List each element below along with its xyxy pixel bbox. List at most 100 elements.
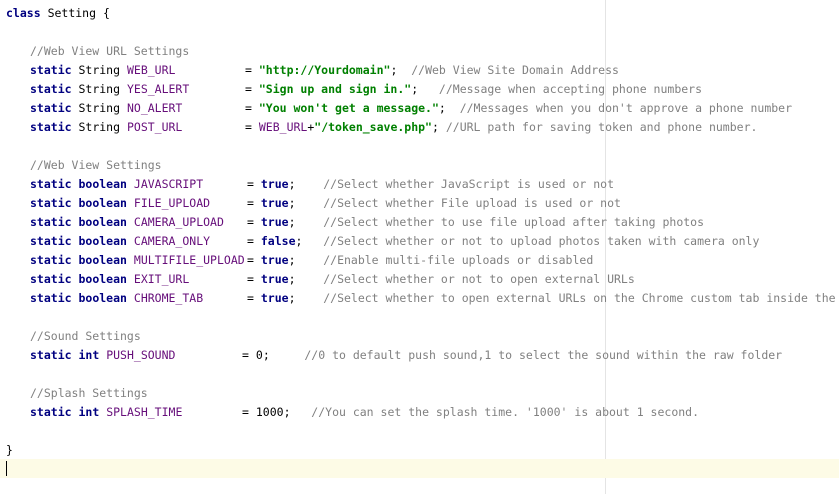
line-comment: //Select whether to open external URLs o… — [323, 291, 839, 305]
code-assignment: = "Sign up and sign in."; //Message when… — [245, 80, 702, 99]
field-name: EXIT_URL — [133, 272, 190, 286]
string-literal: "/token_save.php" — [314, 120, 432, 134]
field-name: PUSH_SOUND — [106, 348, 176, 362]
code-assignment: = false; //Select whether or not to uplo… — [247, 232, 759, 251]
section-comment: //Web View URL Settings — [30, 42, 189, 61]
string-literal: "You won't get a message." — [258, 101, 439, 115]
semicolon: ; — [411, 82, 419, 96]
line-comment: //You can set the splash time. '1000' is… — [311, 405, 700, 419]
type-name: boolean — [78, 177, 127, 191]
modifier: static — [30, 215, 72, 229]
boolean-literal: true — [260, 253, 289, 267]
semicolon: ; — [288, 196, 296, 210]
assign-op: = — [245, 82, 252, 96]
code-line: static boolean CAMERA_ONLY — [30, 232, 210, 251]
line-comment: //Message when accepting phone numbers — [438, 82, 703, 96]
line-comment: //Select whether or not to upload photos… — [323, 234, 760, 248]
boolean-literal: true — [260, 272, 289, 286]
semicolon: ; — [390, 63, 398, 77]
assign-op: = — [245, 101, 252, 115]
assign-op: = — [247, 196, 254, 210]
current-line-highlight — [0, 459, 839, 478]
comment-text: //Web View URL Settings — [30, 44, 190, 58]
type-name: String — [78, 120, 121, 134]
code-line: static boolean FILE_UPLOAD — [30, 194, 210, 213]
number-literal: 1000 — [255, 405, 284, 419]
modifier: static — [30, 234, 72, 248]
field-name: YES_ALERT — [126, 82, 190, 96]
code-assignment: = true; //Select whether File upload is … — [247, 194, 621, 213]
modifier: static — [30, 177, 72, 191]
closing-brace-line: } — [6, 441, 13, 460]
field-name: POST_URL — [126, 120, 183, 134]
type-name: boolean — [78, 253, 127, 267]
code-editor[interactable]: class Setting { //Web View URL Settings … — [0, 0, 839, 494]
code-assignment: = "http://Yourdomain"; //Web View Site D… — [245, 61, 619, 80]
type-name: boolean — [78, 291, 127, 305]
assign-op: = — [247, 272, 254, 286]
code-line: static boolean CHROME_TAB — [30, 289, 203, 308]
code-line: static int SPLASH_TIME — [30, 403, 182, 422]
modifier: static — [30, 82, 72, 96]
semicolon: ; — [431, 120, 439, 134]
code-assignment: = 1000; //You can set the splash time. '… — [242, 403, 699, 422]
code-assignment: = true; //Select whether to open externa… — [247, 289, 839, 308]
code-assignment: = WEB_URL+"/token_save.php"; //URL path … — [245, 118, 757, 137]
modifier: static — [30, 196, 72, 210]
boolean-literal: true — [260, 215, 289, 229]
code-assignment: = "You won't get a message."; //Messages… — [245, 99, 792, 118]
semicolon: ; — [288, 177, 296, 191]
modifier: static — [30, 272, 72, 286]
text-caret — [6, 461, 7, 476]
boolean-literal: false — [260, 234, 296, 248]
semicolon: ; — [283, 405, 291, 419]
type-name: String — [78, 82, 121, 96]
assign-op: = — [245, 120, 252, 134]
boolean-literal: true — [260, 177, 289, 191]
string-literal: "http://Yourdomain" — [258, 63, 391, 77]
code-line: static String POST_URL — [30, 118, 182, 137]
assign-op: = — [242, 405, 249, 419]
assign-op: = — [247, 177, 254, 191]
code-assignment: = true; //Enable multi-file uploads or d… — [247, 251, 593, 270]
code-assignment: = true; //Select whether to use file upl… — [247, 213, 704, 232]
modifier: static — [30, 101, 72, 115]
comment-text: //Splash Settings — [30, 386, 148, 400]
string-literal: "Sign up and sign in." — [258, 82, 412, 96]
boolean-literal: true — [260, 196, 289, 210]
comment-text: //Web View Settings — [30, 158, 162, 172]
type-name: int — [78, 348, 100, 362]
semicolon: ; — [295, 234, 303, 248]
code-assignment: = true; //Select whether JavaScript is u… — [247, 175, 614, 194]
type-name: int — [78, 405, 100, 419]
field-name: FILE_UPLOAD — [133, 196, 211, 210]
semicolon: ; — [288, 253, 296, 267]
number-literal: 0 — [255, 348, 263, 362]
code-line: static String WEB_URL — [30, 61, 175, 80]
assign-op: = — [242, 348, 249, 362]
field-name: SPLASH_TIME — [106, 405, 183, 419]
modifier: static — [30, 348, 72, 362]
code-assignment: = 0; //0 to default push sound,1 to sele… — [242, 346, 782, 365]
field-name: CHROME_TAB — [133, 291, 204, 305]
code-line: static boolean JAVASCRIPT — [30, 175, 203, 194]
section-comment: //Web View Settings — [30, 156, 162, 175]
open-brace: { — [102, 6, 110, 20]
semicolon: ; — [288, 272, 296, 286]
modifier: static — [30, 253, 72, 267]
line-comment: //Select whether or not to open external… — [323, 272, 635, 286]
class-name: Setting — [47, 6, 97, 20]
line-comment: //Select whether JavaScript is used or n… — [323, 177, 615, 191]
line-comment: //Messages when you don't approve a phon… — [459, 101, 793, 115]
type-name: String — [78, 101, 121, 115]
assign-op: = — [245, 63, 252, 77]
keyword-class: class — [6, 6, 41, 20]
field-name: CAMERA_UPLOAD — [133, 215, 224, 229]
semicolon: ; — [438, 101, 446, 115]
assign-op: = — [247, 253, 254, 267]
code-line: static String NO_ALERT — [30, 99, 182, 118]
type-name: boolean — [78, 215, 127, 229]
code-line: static boolean MULTIFILE_UPLOAD — [30, 251, 245, 270]
line-comment: //Select whether to use file upload afte… — [323, 215, 705, 229]
type-name: boolean — [78, 234, 127, 248]
